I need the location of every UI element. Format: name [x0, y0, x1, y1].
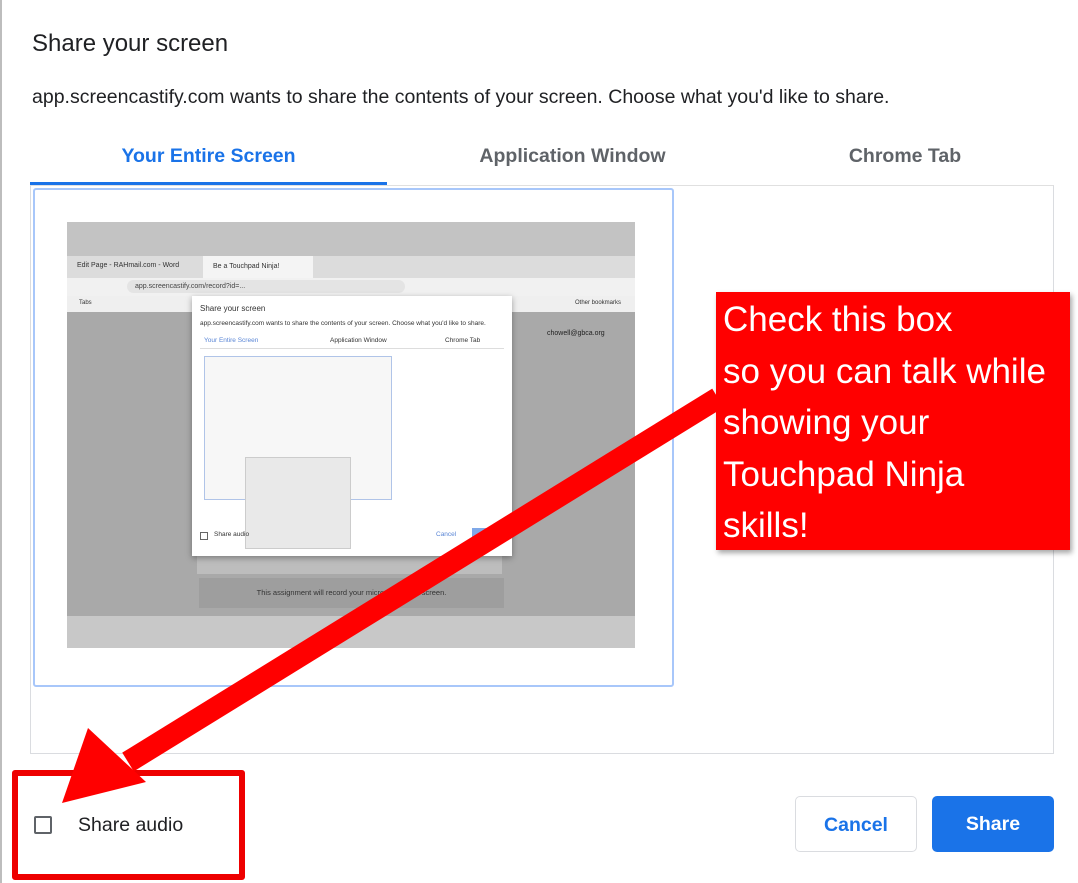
- preview-email: chowell@gbca.org: [547, 330, 605, 337]
- tab-entire-screen[interactable]: Your Entire Screen: [30, 138, 387, 182]
- preview-tab-1: Edit Page - RAHmail.com - Word: [77, 262, 180, 269]
- source-tabs: Your Entire Screen Application Window Ch…: [30, 138, 1054, 185]
- preview-dialog-checkbox: [200, 532, 208, 540]
- preview-dialog-tabs: Your Entire Screen Application Window Ch…: [200, 336, 504, 349]
- preview-footer-text: This assignment will record your microph…: [199, 578, 504, 608]
- preview-dialog-share-audio: Share audio: [214, 531, 250, 538]
- preview-dialog-tab-2: Application Window: [330, 337, 387, 344]
- dialog-title: Share your screen: [32, 30, 229, 57]
- preview-dialog-title: Share your screen: [200, 304, 266, 313]
- preview-bookmarks-right: Other bookmarks: [575, 300, 622, 306]
- share-button[interactable]: Share: [932, 796, 1054, 852]
- preview-url: app.screencastify.com/record?id=...: [127, 280, 405, 293]
- preview-dialog-tab-3: Chrome Tab: [445, 337, 481, 344]
- preview-address-bar: app.screencastify.com/record?id=...: [67, 278, 635, 296]
- annotation-callout-text: Check this box so you can talk while sho…: [723, 300, 1046, 545]
- preview-nested-thumbnail-inner: [245, 457, 351, 549]
- preview-dialog-share-button: [472, 528, 502, 544]
- preview-desktop-top: [67, 222, 635, 256]
- preview-dialog-cancel: Cancel: [436, 531, 457, 538]
- window-edge: [0, 0, 2, 883]
- annotation-highlight-box: [12, 770, 245, 880]
- preview-bookmarks-left: Tabs: [79, 300, 92, 306]
- preview-dialog-subtitle: app.screencastify.com wants to share the…: [200, 320, 486, 327]
- dialog-subtitle: app.screencastify.com wants to share the…: [32, 86, 890, 108]
- annotation-callout: Check this box so you can talk while sho…: [716, 292, 1070, 550]
- preview-share-dialog: Share your screen app.screencastify.com …: [192, 296, 512, 556]
- preview-tab-bar: Edit Page - RAHmail.com - Word Be a Touc…: [67, 256, 635, 278]
- preview-dialog-tab-1: Your Entire Screen: [204, 337, 259, 344]
- tab-application-window[interactable]: Application Window: [415, 138, 730, 182]
- tab-chrome-tab[interactable]: Chrome Tab: [760, 138, 1050, 182]
- screen-preview-thumbnail[interactable]: Edit Page - RAHmail.com - Word Be a Touc…: [67, 222, 635, 648]
- preview-nested-thumbnail: [204, 356, 392, 549]
- cancel-button[interactable]: Cancel: [795, 796, 917, 852]
- preview-tab-2: Be a Touchpad Ninja!: [203, 256, 313, 278]
